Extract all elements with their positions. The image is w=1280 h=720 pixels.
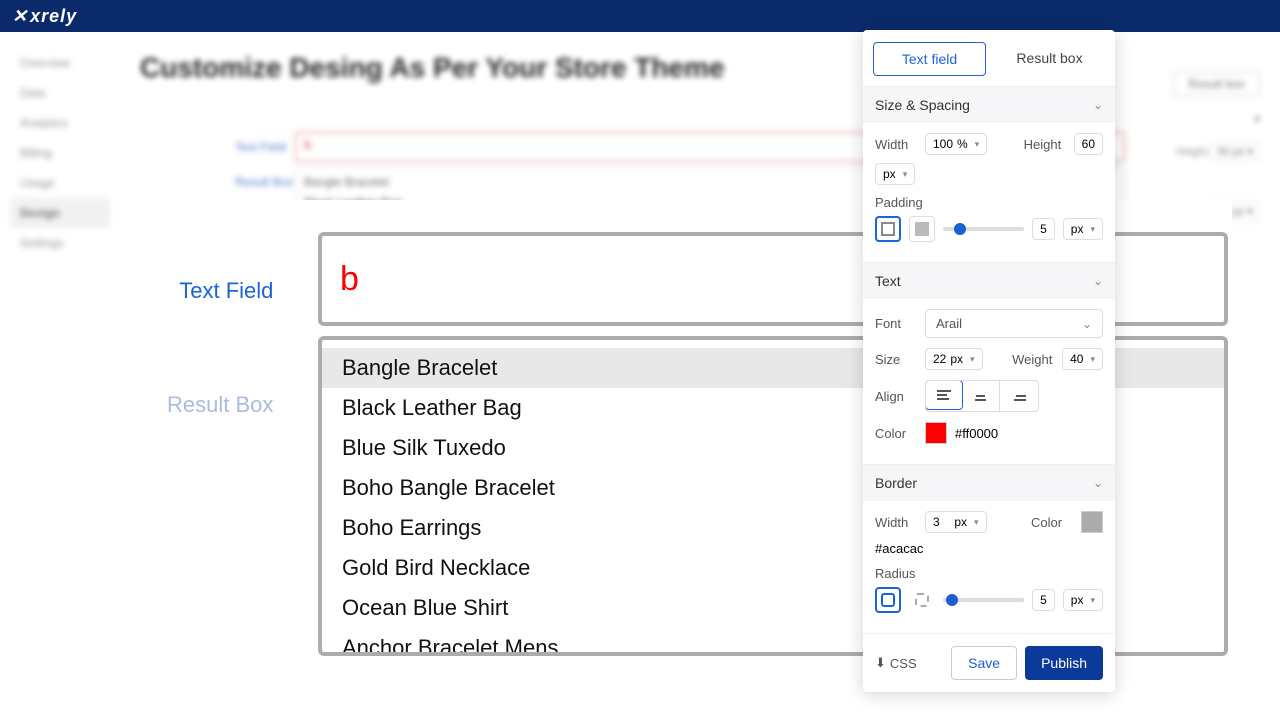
chevron-down-icon: ⌄: [1093, 274, 1103, 288]
border-width-input[interactable]: 3 px: [925, 511, 987, 533]
publish-button[interactable]: Publish: [1025, 646, 1103, 680]
tab-text-field[interactable]: Text field: [873, 42, 986, 76]
sidebar-item[interactable]: Analytics: [20, 108, 110, 138]
section-border[interactable]: Border⌄: [863, 464, 1115, 501]
bg-right-pills: Result box: [1167, 72, 1260, 96]
size-label: Size: [875, 352, 917, 367]
page-title: Customize Desing As Per Your Store Theme: [140, 52, 725, 84]
radius-label: Radius: [875, 566, 1103, 581]
height-label: Height: [1024, 137, 1066, 152]
padding-value[interactable]: 5: [1032, 218, 1055, 240]
padding-separate-icon[interactable]: [909, 216, 935, 242]
text-field-value: b: [340, 260, 359, 299]
radius-uniform-icon[interactable]: [875, 587, 901, 613]
border-color-label: Color: [1031, 515, 1073, 530]
text-color-value: #ff0000: [955, 426, 998, 441]
sidebar-item-design[interactable]: Design: [10, 198, 110, 228]
border-color-swatch[interactable]: [1081, 511, 1103, 533]
padding-slider[interactable]: [943, 227, 1024, 231]
padding-label: Padding: [875, 195, 1103, 210]
align-left-button[interactable]: [925, 380, 963, 410]
chevron-down-icon: ⌄: [1093, 476, 1103, 490]
radius-value[interactable]: 5: [1032, 589, 1055, 611]
text-color-swatch[interactable]: [925, 422, 947, 444]
bg-label-resultbox: Result Box: [235, 175, 293, 189]
height-input[interactable]: 60: [1074, 133, 1103, 155]
weight-input[interactable]: 40: [1062, 348, 1103, 370]
radius-slider[interactable]: [943, 598, 1024, 602]
align-right-button[interactable]: [1000, 381, 1038, 411]
border-width-label: Width: [875, 515, 917, 530]
tab-result-box[interactable]: Result box: [994, 42, 1105, 76]
css-link[interactable]: ⬇CSS: [875, 655, 917, 671]
color-label: Color: [875, 426, 917, 441]
download-icon: ⬇: [875, 655, 886, 671]
height-unit[interactable]: px: [875, 163, 915, 185]
sidebar-item[interactable]: Billing: [20, 138, 110, 168]
properties-panel: Text field Result box Size & Spacing⌄ Wi…: [863, 30, 1115, 692]
sidebar-item[interactable]: Overview: [20, 48, 110, 78]
section-size-spacing[interactable]: Size & Spacing⌄: [863, 86, 1115, 123]
radius-unit[interactable]: px: [1063, 589, 1103, 611]
top-bar: ✕xrely: [0, 0, 1280, 32]
padding-unit[interactable]: px: [1063, 218, 1103, 240]
size-input[interactable]: 22 px: [925, 348, 983, 370]
align-center-button[interactable]: [962, 381, 1000, 411]
section-text[interactable]: Text⌄: [863, 262, 1115, 299]
sidebar-item[interactable]: Settings: [20, 228, 110, 258]
bg-label-textfield: Text Field: [235, 140, 286, 154]
label-result-box: Result Box: [167, 392, 273, 418]
radius-separate-icon[interactable]: [909, 587, 935, 613]
align-label: Align: [875, 389, 917, 404]
width-label: Width: [875, 137, 917, 152]
width-input[interactable]: 100 %: [925, 133, 987, 155]
weight-label: Weight: [1012, 352, 1054, 367]
padding-uniform-icon[interactable]: [875, 216, 901, 242]
label-text-field: Text Field: [167, 278, 273, 304]
font-label: Font: [875, 316, 917, 331]
save-button[interactable]: Save: [951, 646, 1017, 680]
font-select[interactable]: Arail⌄: [925, 309, 1103, 338]
border-color-value: #acacac: [875, 541, 923, 556]
brand-logo: ✕xrely: [12, 6, 77, 27]
sidebar-item[interactable]: Usage: [20, 168, 110, 198]
chevron-down-icon: ⌄: [1093, 98, 1103, 112]
sidebar: Overview Data Analytics Billing Usage De…: [0, 32, 110, 258]
sidebar-item[interactable]: Data: [20, 78, 110, 108]
